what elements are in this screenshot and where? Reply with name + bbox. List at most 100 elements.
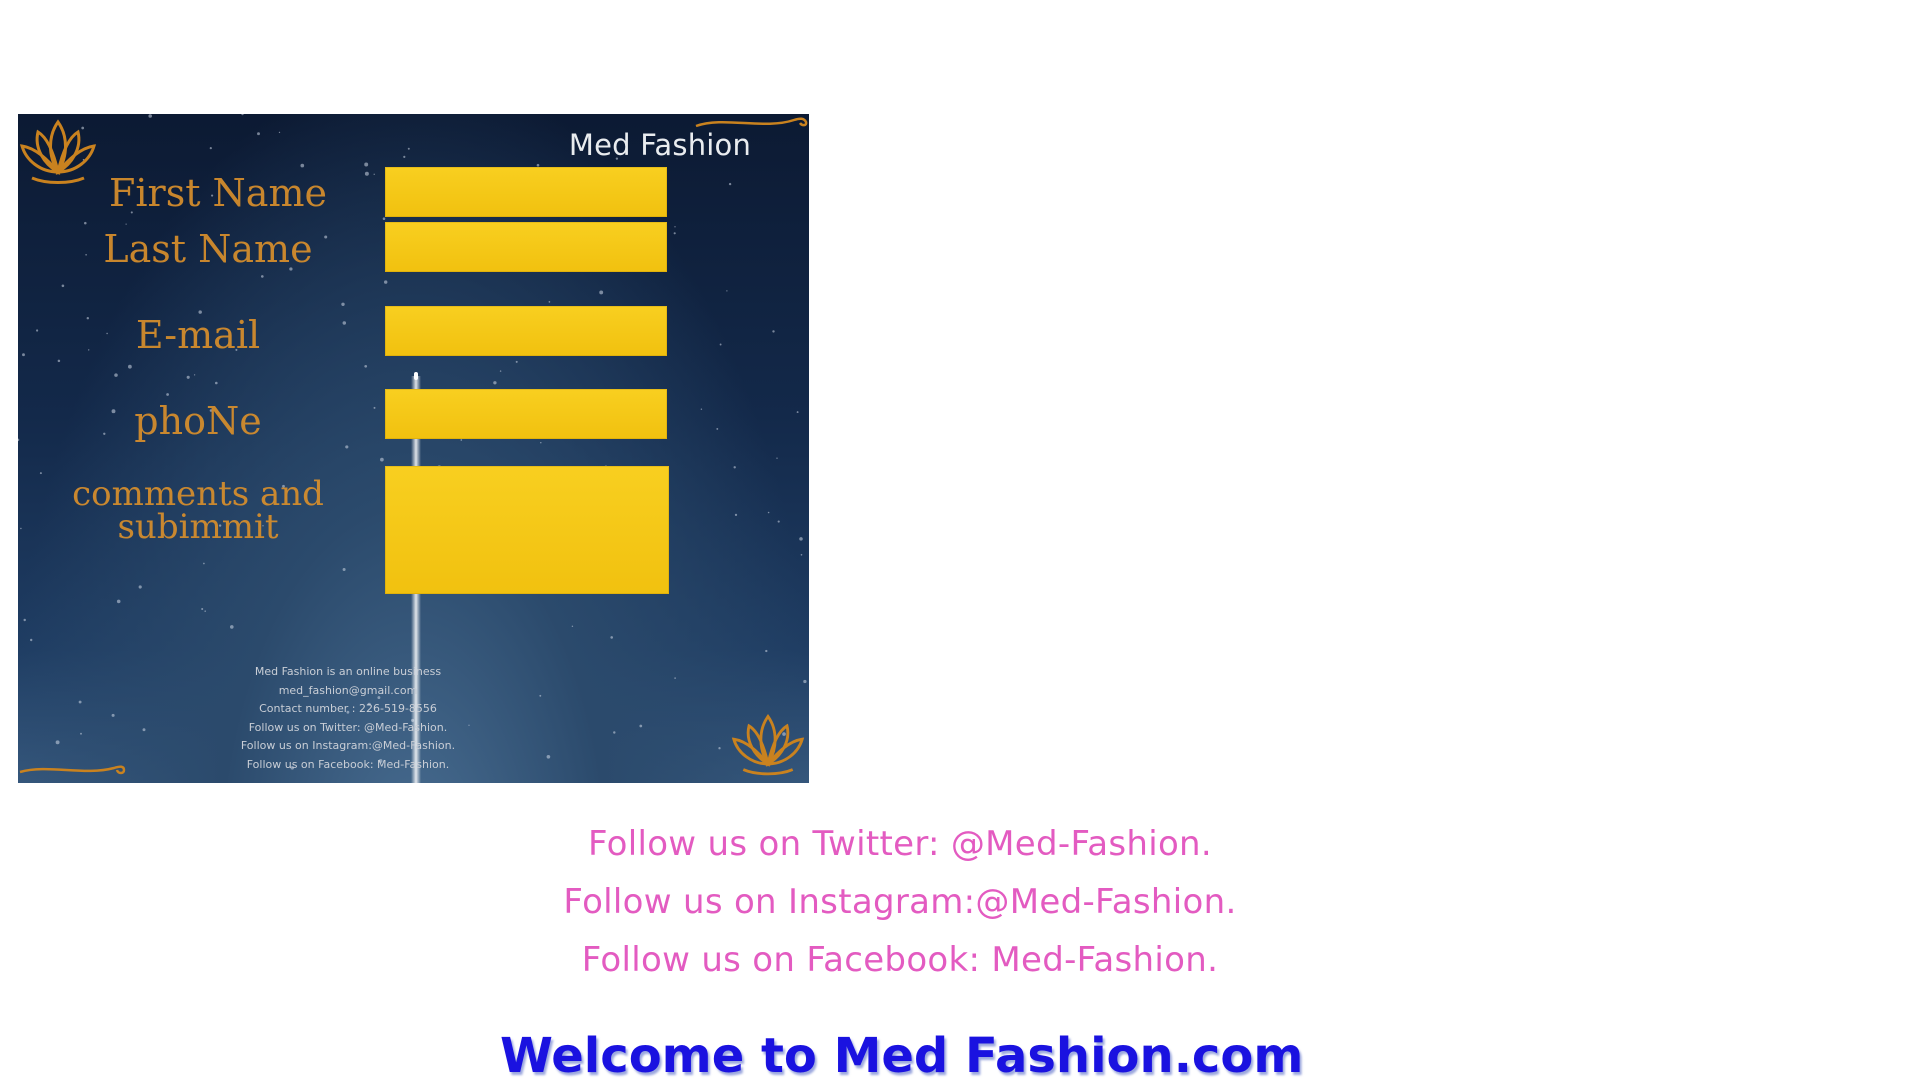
star-dot [36,329,39,332]
star-dot [300,163,305,168]
star-dot [610,636,613,639]
star-dot [403,155,406,158]
page: Med Fashion First Name Last Name E-mail … [0,0,1920,1080]
star-dot [114,373,118,377]
star-dot [734,513,738,517]
star-dot [460,439,463,441]
twitter-link[interactable]: Follow us on Twitter: @Med-Fashion. [500,815,1300,873]
star-dot [142,728,146,732]
comments-field[interactable] [385,466,669,594]
facebook-link[interactable]: Follow us on Facebook: Med-Fashion. [500,931,1300,989]
last-name-label: Last Name [103,227,313,271]
first-name-field[interactable] [385,167,667,217]
star-dot [111,713,115,717]
info-line: Follow us on Instagram:@Med-Fashion. [240,739,456,753]
star-dot [30,638,33,642]
star-dot [673,232,676,235]
star-dot [776,457,778,459]
star-dot [384,280,388,284]
star-dot [57,359,61,363]
phone-label: phoNe [134,399,262,443]
star-dot [84,221,87,225]
star-dot [803,679,807,684]
star-dot [718,747,721,750]
star-dot [241,114,244,116]
star-dot [700,408,703,410]
star-dot [373,406,376,409]
star-dot [186,375,190,379]
star-dot [639,724,643,728]
star-dot [125,223,127,225]
welcome-heading: Welcome to Med Fashion.com [500,1028,1304,1080]
star-dot [260,275,264,278]
star-dot [257,132,260,136]
star-dot [772,330,775,333]
star-dot [613,731,616,734]
star-dot [201,607,204,611]
star-dot [204,610,206,612]
star-dot [148,114,152,118]
star-dot [230,625,234,629]
instagram-link[interactable]: Follow us on Instagram:@Med-Fashion. [500,873,1300,931]
star-dot [55,740,60,745]
star-dot [203,562,205,565]
info-line: Contact number : 226-519-8556 [259,702,437,716]
star-dot [499,370,502,372]
star-dot [382,217,386,220]
star-dot [765,649,768,653]
star-dot [515,360,518,363]
star-dot [674,226,676,228]
star-dot [546,754,551,759]
info-line: Follow us on Facebook: Med-Fashion. [246,757,450,771]
star-dot [23,618,26,622]
star-dot [278,131,281,134]
star-dot [800,553,803,556]
star-dot [61,284,65,288]
comments-label: comments and subimmit [48,477,348,547]
star-dot [540,441,542,444]
star-dot [548,301,551,303]
star-dot [209,147,212,150]
last-name-field[interactable] [385,222,667,272]
contact-form-poster: Med Fashion First Name Last Name E-mail … [18,114,809,783]
star-dot [341,302,345,306]
email-field[interactable] [385,306,667,356]
star-dot [20,527,22,530]
star-dot [726,290,728,292]
star-dot [373,173,375,175]
brand-title: Med Fashion [568,128,752,162]
star-dot [539,694,542,697]
star-dot [493,381,497,385]
star-dot [138,585,142,589]
email-label: E-mail [135,313,261,357]
star-dot [342,321,347,325]
star-dot [571,625,574,628]
star-dot [599,290,604,295]
info-line: Follow us on Twitter: @Med-Fashion. [248,720,448,734]
airplane-icon [414,372,418,380]
star-dot [342,567,346,572]
star-dot [18,438,20,442]
phone-field[interactable] [385,389,667,439]
star-dot [380,457,384,462]
star-dot [80,732,82,735]
star-dot [728,182,732,186]
star-dot [799,537,803,541]
lotus-icon [731,713,805,776]
star-dot [214,381,218,385]
star-dot [364,162,369,167]
star-dot [39,472,42,475]
first-name-label: First Name [109,171,327,215]
social-links: Follow us on Twitter: @Med-Fashion. Foll… [500,815,1300,989]
star-dot [716,427,719,430]
star-dot [733,466,736,469]
star-dot [193,374,196,376]
star-dot [767,511,770,514]
comments-label-line2: subimmit [117,507,279,547]
star-dot [345,445,349,449]
star-dot [796,411,799,414]
business-info: Med Fashion is an online business med_fa… [198,663,498,775]
star-dot [719,343,722,346]
star-dot [22,353,25,357]
info-line: med_fashion@gmail.com [278,683,418,697]
